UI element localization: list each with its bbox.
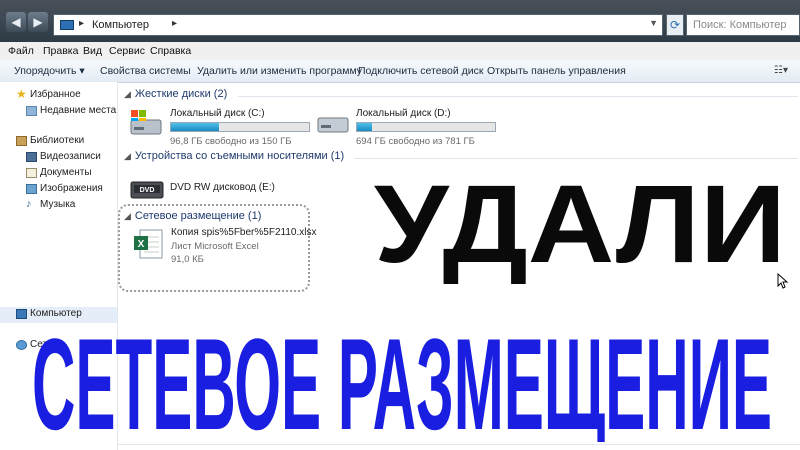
network-file-type: Лист Microsoft Excel [171, 241, 259, 252]
svg-text:X: X [138, 239, 145, 250]
hard-drive-icon [130, 110, 162, 135]
images-icon [26, 184, 37, 194]
menu-bar: Файл Правка Вид Сервис Справка [0, 42, 800, 60]
drive-c-free-space: 96,8 ГБ свободно из 150 ГБ [170, 136, 292, 147]
network-icon [16, 340, 27, 350]
drive-d-usage-bar [356, 122, 496, 132]
computer-icon [16, 309, 27, 319]
group-divider [354, 158, 798, 159]
address-bar[interactable]: ▸ Компьютер ▸ ▼ [53, 14, 663, 36]
navigation-pane: ★ Избранное Недавние места Библиотеки Ви… [0, 82, 118, 450]
map-network-drive-button[interactable]: Подключить сетевой диск [358, 65, 484, 77]
refresh-button[interactable]: ⟳ [666, 14, 684, 36]
video-icon [26, 152, 37, 162]
menu-view[interactable]: Вид [83, 45, 102, 57]
content-bottom-divider [118, 444, 800, 445]
collapse-arrow-icon[interactable]: ◢ [124, 151, 131, 161]
network-file-name: Копия spis%5Fber%5F2110.xlsx [171, 227, 317, 238]
title-bar: ◀ ▶ ▸ Компьютер ▸ ▼ ⟳ Поиск: Компьютер [0, 0, 800, 42]
menu-tools[interactable]: Сервис [109, 45, 145, 57]
recent-places-icon [26, 106, 37, 116]
computer-icon [60, 20, 74, 30]
forward-button[interactable]: ▶ [28, 12, 48, 32]
organize-button[interactable]: Упорядочить ▾ [14, 65, 85, 77]
search-input[interactable]: Поиск: Компьютер [686, 14, 800, 36]
mouse-cursor-icon [777, 273, 789, 289]
music-icon: ♪ [26, 198, 32, 210]
group-network-location[interactable]: ◢ Сетевое размещение (1) [124, 210, 261, 222]
back-arrow-icon: ◀ [11, 15, 21, 29]
collapse-arrow-icon[interactable]: ◢ [124, 211, 131, 221]
explorer-window: ◀ ▶ ▸ Компьютер ▸ ▼ ⟳ Поиск: Компьютер Ф… [0, 0, 800, 450]
dvd-drive-icon: DVD [130, 181, 164, 199]
drive-d-name: Локальный диск (D:) [356, 108, 451, 119]
drive-c-usage-fill [171, 123, 220, 131]
group-hard-drives[interactable]: ◢ Жесткие диски (2) [124, 88, 227, 100]
menu-edit[interactable]: Правка [43, 45, 78, 57]
drive-c-name: Локальный диск (C:) [170, 108, 265, 119]
breadcrumb-arrow-icon[interactable]: ▸ [172, 18, 177, 29]
documents-icon [26, 168, 37, 178]
network-file-size: 91,0 КБ [171, 254, 204, 265]
drive-d[interactable]: Локальный диск (D:) 694 ГБ свободно из 7… [314, 108, 496, 147]
menu-file[interactable]: Файл [8, 45, 34, 57]
open-control-panel-button[interactable]: Открыть панель управления [487, 65, 626, 77]
drive-c-usage-bar [170, 122, 310, 132]
collapse-arrow-icon[interactable]: ◢ [124, 89, 131, 99]
change-view-icon[interactable]: ☷▾ [774, 65, 792, 79]
star-icon: ★ [16, 87, 27, 101]
menu-help[interactable]: Справка [150, 45, 191, 57]
refresh-icon: ⟳ [669, 18, 681, 32]
dvd-drive-name: DVD RW дисковод (E:) [170, 182, 275, 193]
breadcrumb-arrow-icon[interactable]: ▸ [79, 18, 84, 29]
drive-d-usage-fill [357, 123, 373, 131]
group-divider [238, 96, 798, 97]
content-pane: ◢ Жесткие диски (2) Локальный диск (C:) 9… [118, 82, 800, 450]
back-button[interactable]: ◀ [6, 12, 26, 32]
chevron-down-icon[interactable]: ▼ [649, 18, 658, 28]
breadcrumb-computer[interactable]: Компьютер [92, 19, 149, 31]
command-bar: Упорядочить ▾ Свойства системы Удалить и… [0, 60, 800, 83]
forward-arrow-icon: ▶ [33, 15, 43, 29]
uninstall-program-button[interactable]: Удалить или изменить программу [197, 65, 362, 77]
group-removable-devices[interactable]: ◢ Устройства со съемными носителями (1) [124, 150, 344, 162]
excel-file-icon: X [134, 229, 163, 259]
hard-drive-icon [317, 117, 349, 133]
drive-c[interactable]: Локальный диск (C:) 96,8 ГБ свободно из … [128, 108, 310, 147]
library-icon [16, 136, 27, 146]
drive-d-free-space: 694 ГБ свободно из 781 ГБ [356, 136, 475, 147]
dvd-label: DVD [140, 187, 155, 194]
system-properties-button[interactable]: Свойства системы [100, 65, 191, 77]
